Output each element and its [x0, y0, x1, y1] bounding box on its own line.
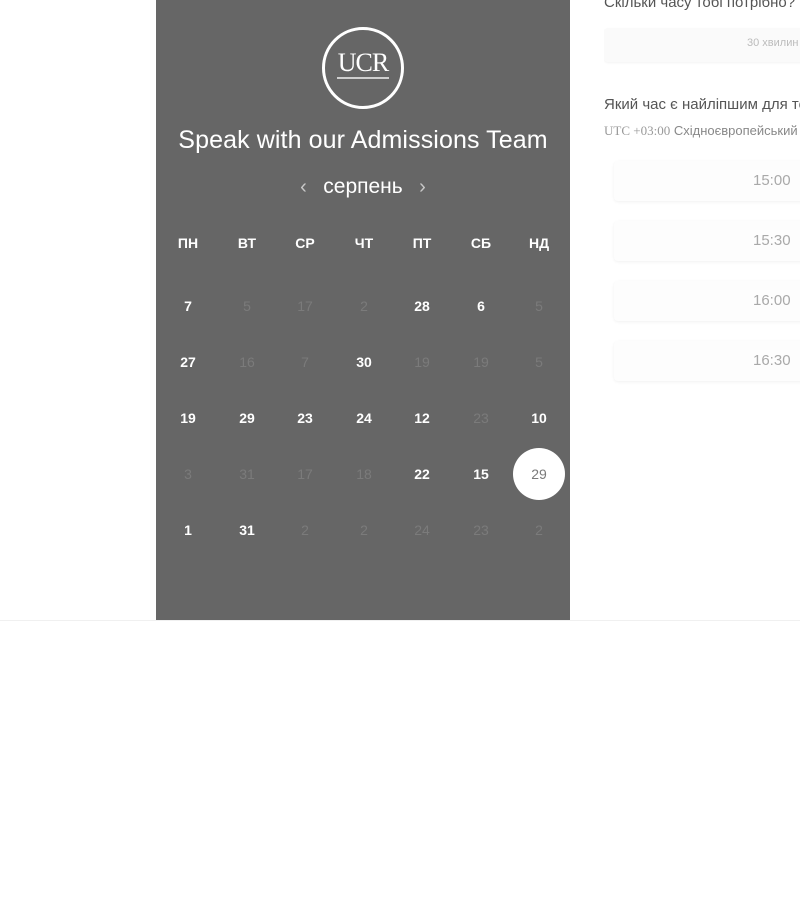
unavailable-day: 16 — [239, 354, 255, 370]
unavailable-day: 2 — [301, 522, 309, 538]
unavailable-day: 19 — [414, 354, 430, 370]
time-slot-button[interactable]: 15:30 — [614, 221, 800, 261]
month-navigation: ‹ серпень › — [156, 172, 570, 202]
time-slot-button[interactable]: 16:30 — [614, 341, 800, 381]
available-day[interactable]: 6 — [461, 286, 501, 326]
timezone-offset: UTC +03:00 — [604, 123, 671, 138]
available-day[interactable]: 15 — [461, 454, 501, 494]
available-day[interactable]: 29 — [227, 398, 267, 438]
prev-month-icon[interactable]: ‹ — [300, 172, 307, 202]
unavailable-day: 17 — [297, 466, 313, 482]
unavailable-day: 18 — [356, 466, 372, 482]
ucr-logo: UCR — [322, 27, 404, 109]
weekday-label: ЧТ — [354, 235, 374, 251]
available-day[interactable]: 31 — [227, 510, 267, 550]
time-slot-label: 15:30 — [753, 232, 791, 249]
timezone-label[interactable]: UTC +03:00 Східноєвропейський час — [604, 123, 800, 139]
unavailable-day: 23 — [473, 410, 489, 426]
available-day[interactable]: 30 — [344, 342, 384, 382]
duration-question: Скільки часу тобі потрібно? — [604, 0, 796, 11]
available-day[interactable]: 19 — [168, 398, 208, 438]
booking-details: Скільки часу тобі потрібно? 30 хвилин Як… — [604, 0, 800, 620]
unavailable-day: 2 — [535, 522, 543, 538]
available-day[interactable]: 24 — [344, 398, 384, 438]
unavailable-day: 5 — [535, 354, 543, 370]
unavailable-day: 5 — [243, 298, 251, 314]
available-day[interactable]: 12 — [402, 398, 442, 438]
unavailable-day: 5 — [535, 298, 543, 314]
available-day[interactable]: 10 — [519, 398, 559, 438]
unavailable-day: 3 — [184, 466, 192, 482]
weekday-label: НД — [528, 235, 550, 251]
available-day[interactable]: 22 — [402, 454, 442, 494]
time-slot-label: 16:30 — [753, 352, 791, 369]
selected-day[interactable]: 29 — [513, 448, 565, 500]
weekday-label: ВТ — [237, 235, 257, 251]
available-day[interactable]: 1 — [168, 510, 208, 550]
page-title: Speak with our Admissions Team — [178, 126, 548, 154]
time-slot-button[interactable]: 16:00 — [614, 281, 800, 321]
logo-text: UCR — [337, 48, 389, 77]
next-month-icon[interactable]: › — [419, 172, 426, 202]
month-label: серпень — [323, 175, 403, 198]
unavailable-day: 19 — [473, 354, 489, 370]
weekday-label: ПТ — [412, 235, 432, 251]
weekday-header: ПН ВТ СР ЧТ ПТ СБ НД — [156, 233, 570, 253]
unavailable-day: 2 — [360, 522, 368, 538]
unavailable-day: 2 — [360, 298, 368, 314]
available-day[interactable]: 7 — [168, 286, 208, 326]
available-day[interactable]: 28 — [402, 286, 442, 326]
weekday-label: ПН — [177, 235, 199, 251]
time-question: Який час є найліпшим для тебе? — [604, 96, 800, 113]
time-slot-label: 15:00 — [753, 172, 791, 189]
available-day[interactable]: 23 — [285, 398, 325, 438]
time-slot-button[interactable]: 15:00 — [614, 161, 800, 201]
duration-selector[interactable]: 30 хвилин — [604, 28, 800, 62]
unavailable-day: 23 — [473, 522, 489, 538]
weekday-label: СБ — [470, 235, 492, 251]
unavailable-day: 17 — [297, 298, 313, 314]
timezone-name: Східноєвропейський час — [673, 123, 800, 138]
duration-value: 30 хвилин — [747, 37, 799, 49]
unavailable-day: 24 — [414, 522, 430, 538]
available-day[interactable]: 27 — [168, 342, 208, 382]
unavailable-day: 31 — [239, 466, 255, 482]
weekday-label: СР — [295, 235, 315, 251]
time-slot-label: 16:00 — [753, 292, 791, 309]
unavailable-day: 7 — [301, 354, 309, 370]
logo-tagline-line — [337, 77, 389, 79]
